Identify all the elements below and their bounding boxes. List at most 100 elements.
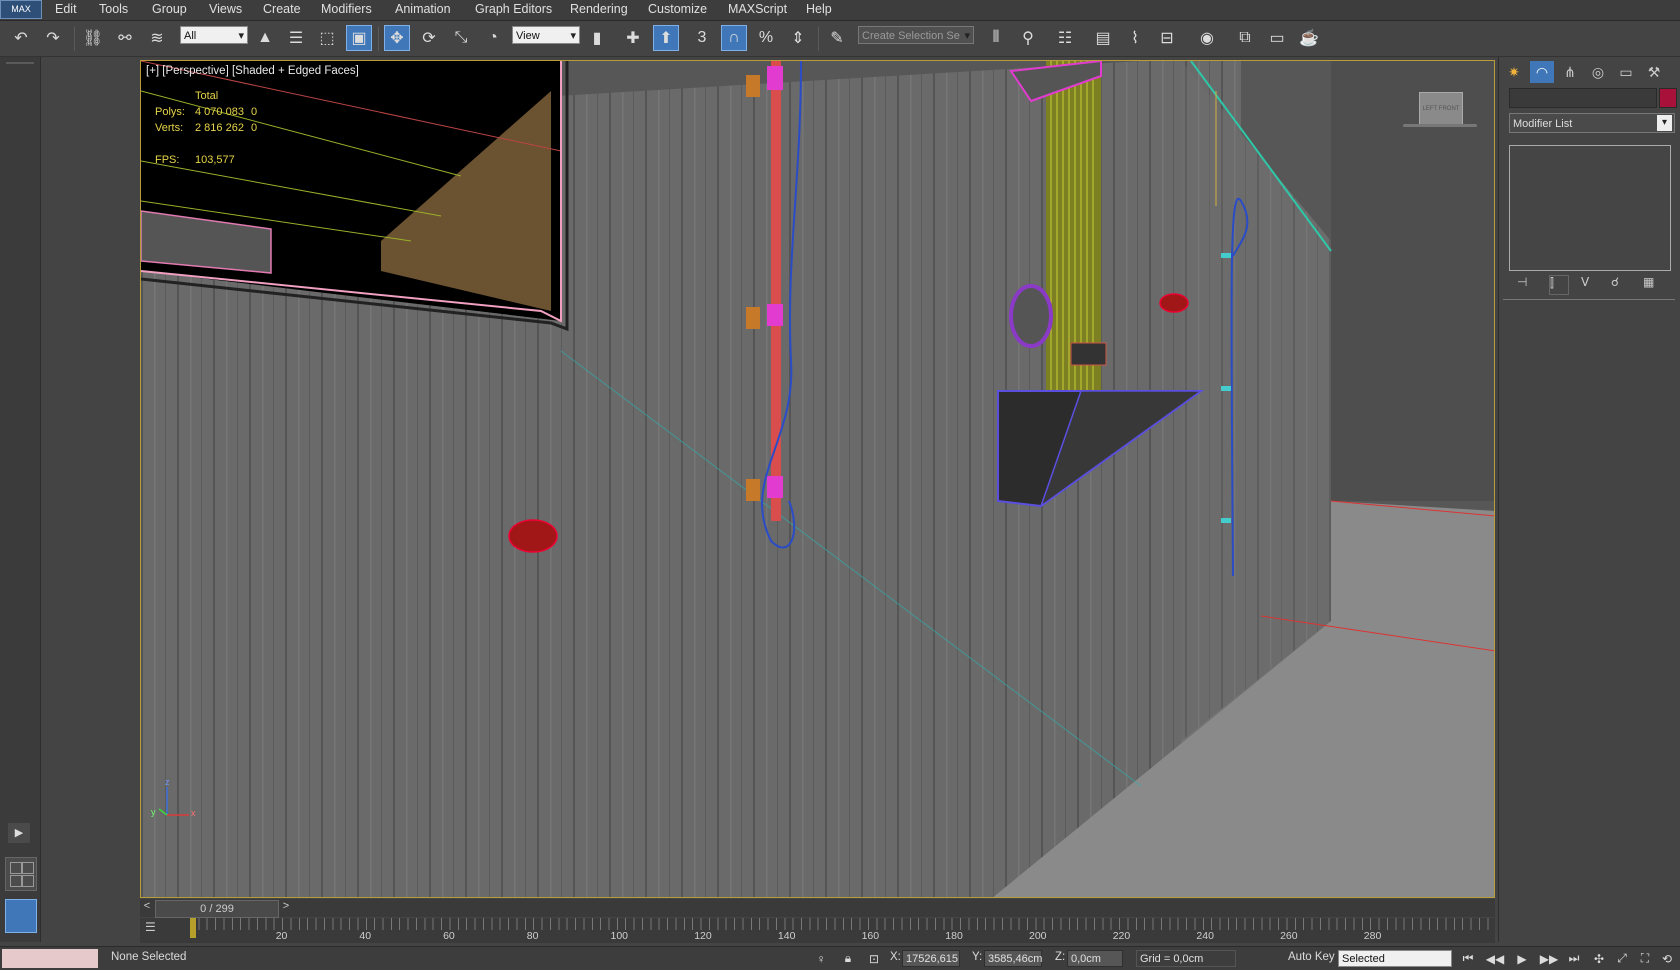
key-filter-dropdown[interactable]: Selected [1338, 950, 1452, 967]
object-name-field[interactable] [1509, 88, 1657, 108]
select-manipulate-icon[interactable]: ✚ [620, 25, 646, 51]
go-to-start-icon[interactable]: ⏮ [1458, 950, 1478, 967]
layer-manager-icon[interactable]: ☷ [1052, 25, 1078, 51]
unlink-icon[interactable]: ⚯ [112, 25, 138, 51]
menu-views[interactable]: Views [209, 2, 242, 16]
rendered-frame-window-icon[interactable]: ▭ [1264, 25, 1290, 51]
window-crossing-icon[interactable]: ▣ [346, 25, 372, 51]
z-coordinate-field[interactable]: 0,0cm [1067, 950, 1123, 967]
time-cursor[interactable] [190, 918, 196, 938]
auto-key-button[interactable]: Auto Key [1288, 951, 1335, 963]
viewport-label[interactable]: [+] [Perspective] [Shaded + Edged Faces] [146, 65, 359, 77]
zoom-all-icon[interactable]: ⤢ [1612, 950, 1632, 967]
isolate-selection-icon[interactable]: ♀ [811, 950, 831, 967]
play-icon[interactable]: ▶ [1512, 950, 1532, 967]
render-production-icon[interactable]: ☕ [1296, 25, 1322, 51]
mirror-icon[interactable]: ⫴ [983, 25, 1009, 51]
modify-tab-icon[interactable]: ◠ [1530, 61, 1554, 83]
time-next-button[interactable]: > [279, 900, 293, 916]
selection-filter-dropdown[interactable]: All [180, 26, 248, 45]
spinner-snap-icon[interactable]: ⇕ [785, 25, 811, 51]
redo-icon[interactable]: ↷ [40, 25, 66, 51]
create-tab-icon[interactable]: ✷ [1502, 61, 1526, 83]
perspective-viewport[interactable]: [+] [Perspective] [Shaded + Edged Faces]… [140, 60, 1495, 898]
render-setup-icon[interactable]: ⧉ [1232, 25, 1258, 51]
pivot-center-icon[interactable]: ▮ [584, 25, 610, 51]
menu-create[interactable]: Create [263, 2, 301, 16]
hierarchy-tab-icon[interactable]: ⋔ [1558, 61, 1582, 83]
time-prev-button[interactable]: < [140, 900, 154, 916]
select-and-rotate-icon[interactable]: ⟳ [416, 25, 442, 51]
align-icon[interactable]: ⚲ [1015, 25, 1041, 51]
menu-maxscript[interactable]: MAXScript [728, 2, 787, 16]
orbit-icon[interactable]: ⟲ [1657, 950, 1677, 967]
menu-group[interactable]: Group [152, 2, 187, 16]
absolute-mode-icon[interactable]: ⊡ [864, 950, 884, 967]
utilities-tab-icon[interactable]: ⚒ [1642, 61, 1666, 83]
select-and-scale-icon[interactable]: ⤡ [448, 25, 474, 51]
reference-coordinate-dropdown[interactable]: View [512, 26, 580, 45]
menu-help[interactable]: Help [806, 2, 832, 16]
zoom-extents-icon[interactable]: ✣ [1589, 950, 1609, 967]
previous-frame-icon[interactable]: ◀◀ [1485, 950, 1505, 967]
menu-edit[interactable]: Edit [55, 2, 77, 16]
object-color-swatch[interactable] [1659, 88, 1677, 108]
display-tab-icon[interactable]: ▭ [1614, 61, 1638, 83]
named-selection-set-dropdown[interactable]: Create Selection Se [858, 26, 974, 45]
main-toolbar: ↶ ↷ ⛓ ⚯ ≋ All ▲ ☰ ⬚ ▣ ✥ ⟳ ⤡ ◔ View ▮ ✚ ⬆… [0, 21, 1680, 57]
menu-graph-editors[interactable]: Graph Editors [475, 2, 552, 16]
grid-size-display: Grid = 0,0cm [1136, 950, 1236, 967]
material-editor-icon[interactable]: ◉ [1194, 25, 1220, 51]
app-logo[interactable]: MAX [0, 0, 42, 19]
configure-modifier-sets-icon[interactable]: ▦ [1643, 275, 1661, 293]
viewcube[interactable]: LEFT FRONT [1419, 92, 1463, 126]
pin-stack-icon[interactable]: ⊣ [1517, 275, 1535, 293]
go-to-end-icon[interactable]: ⏭ [1564, 950, 1584, 967]
select-and-link-icon[interactable]: ⛓ [80, 25, 106, 51]
menu-rendering[interactable]: Rendering [570, 2, 628, 16]
menu-modifiers[interactable]: Modifiers [321, 2, 372, 16]
modifier-list-dropdown[interactable]: Modifier List [1509, 113, 1675, 133]
bind-space-warp-icon[interactable]: ≋ [144, 25, 170, 51]
select-and-move-icon[interactable]: ✥ [384, 25, 410, 51]
maximize-viewport-icon[interactable]: ⛶ [1635, 950, 1655, 967]
time-slider[interactable]: < 0 / 299 > [140, 899, 1495, 918]
track-bar[interactable]: ☰ 20 40 60 80 100 120 140 160 180 200 220 240 260 280 [140, 918, 1495, 943]
angle-snap-icon[interactable]: ∩ [721, 25, 747, 51]
keyboard-shortcut-override-icon[interactable]: ⬆ [653, 25, 679, 51]
menu-customize[interactable]: Customize [648, 2, 707, 16]
time-slider-thumb[interactable]: 0 / 299 [155, 900, 279, 918]
menu-animation[interactable]: Animation [395, 2, 451, 16]
axis-z-label: z [165, 777, 170, 787]
place-icon[interactable]: ◔ [480, 25, 506, 51]
maxscript-listener-mini[interactable] [2, 949, 98, 968]
rectangular-selection-icon[interactable]: ⬚ [314, 25, 340, 51]
expand-arrow-icon[interactable]: ▶ [8, 823, 30, 843]
mini-curve-editor-icon[interactable]: ☰ [145, 920, 161, 936]
undo-icon[interactable]: ↶ [8, 25, 34, 51]
percent-snap-icon[interactable]: % [753, 25, 779, 51]
viewcube-ring[interactable] [1403, 124, 1477, 127]
schematic-view-icon[interactable]: ⊟ [1154, 25, 1180, 51]
make-unique-icon[interactable]: Ⅴ [1581, 275, 1599, 293]
selection-lock-icon[interactable]: 🔒︎ [838, 950, 858, 967]
motion-tab-icon[interactable]: ◎ [1586, 61, 1610, 83]
curve-editor-icon[interactable]: ⌇ [1122, 25, 1148, 51]
viewport-layout-icon[interactable] [5, 857, 37, 891]
modifier-stack[interactable] [1509, 145, 1671, 271]
strip-handle[interactable] [6, 62, 34, 64]
select-by-name-icon[interactable]: ☰ [283, 25, 309, 51]
menu-bar: MAX Edit Tools Group Views Create Modifi… [0, 0, 1680, 21]
remove-modifier-icon[interactable]: ☌ [1611, 275, 1629, 293]
edit-named-selection-icon[interactable]: ✎ [824, 25, 850, 51]
menu-tools[interactable]: Tools [99, 2, 128, 16]
single-viewport-icon[interactable] [5, 899, 37, 933]
snaps-toggle-icon[interactable]: 3 [689, 25, 715, 51]
y-coordinate-field[interactable]: 3585,46cm [984, 950, 1042, 967]
toggle-scene-explorer-icon[interactable]: ▤ [1090, 25, 1116, 51]
chevron-down-icon[interactable]: ▾ [1657, 115, 1672, 131]
next-frame-icon[interactable]: ▶▶ [1539, 950, 1559, 967]
show-end-result-icon[interactable]: ⫿ [1549, 275, 1569, 295]
x-coordinate-field[interactable]: 17526,615 [902, 950, 960, 967]
select-object-icon[interactable]: ▲ [252, 25, 278, 51]
